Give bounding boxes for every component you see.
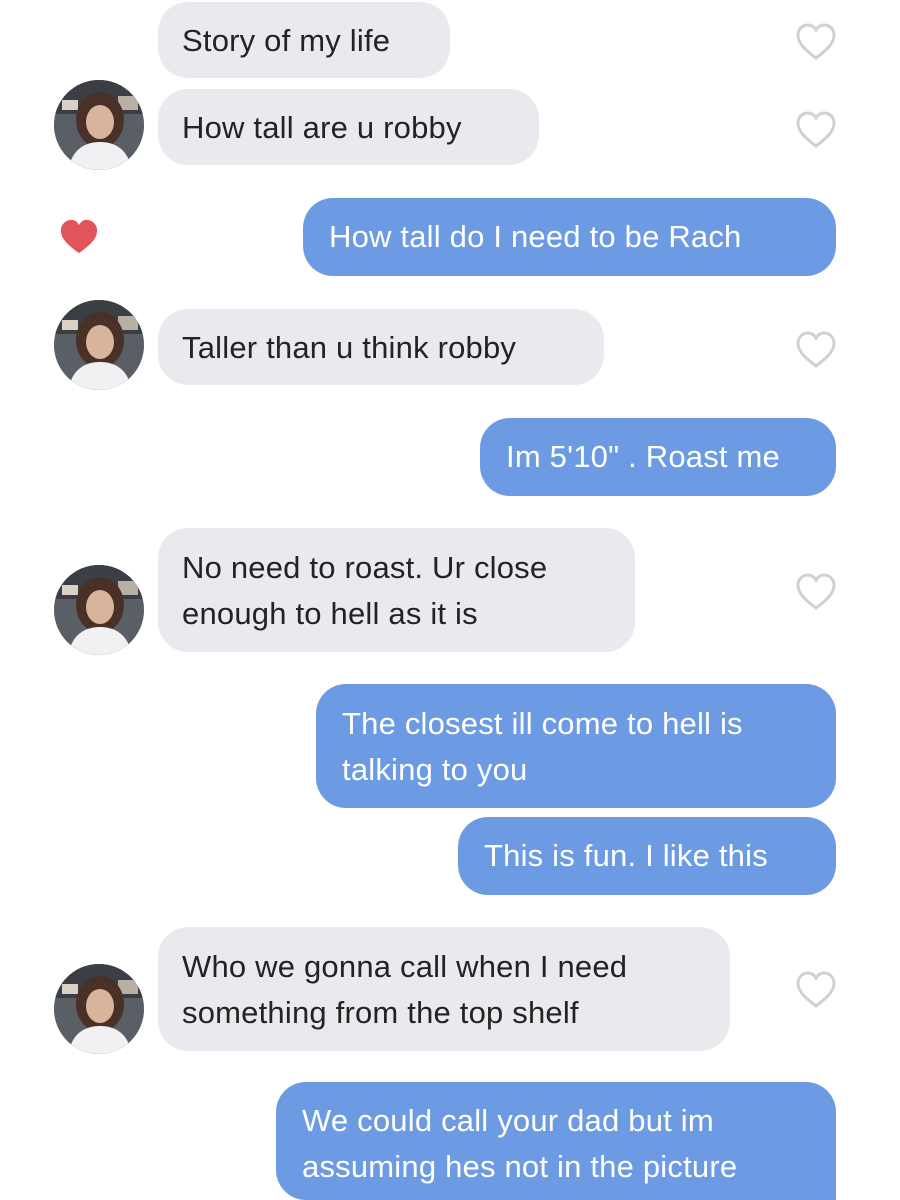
incoming-message[interactable]: Story of my life	[158, 2, 450, 78]
contact-avatar[interactable]	[54, 300, 144, 390]
outgoing-message[interactable]: The closest ill come to hell is talking …	[316, 684, 836, 808]
heart-outline-icon[interactable]	[794, 970, 838, 1010]
outgoing-message[interactable]: We could call your dad but im assuming h…	[276, 1082, 836, 1200]
incoming-message[interactable]: No need to roast. Ur close enough to hel…	[158, 528, 635, 652]
contact-avatar[interactable]	[54, 565, 144, 655]
heart-filled-icon[interactable]	[58, 218, 100, 256]
heart-outline-icon[interactable]	[794, 572, 838, 612]
incoming-message[interactable]: How tall are u robby	[158, 89, 539, 165]
outgoing-message[interactable]: Im 5'10" . Roast me	[480, 418, 836, 496]
chat-thread: Story of my life How tall are u robby Ho…	[0, 0, 900, 1200]
contact-avatar[interactable]	[54, 80, 144, 170]
heart-outline-icon[interactable]	[794, 110, 838, 150]
heart-outline-icon[interactable]	[794, 22, 838, 62]
contact-avatar[interactable]	[54, 964, 144, 1054]
outgoing-message[interactable]: How tall do I need to be Rach	[303, 198, 836, 276]
heart-outline-icon[interactable]	[794, 330, 838, 370]
outgoing-message[interactable]: This is fun. I like this	[458, 817, 836, 895]
incoming-message[interactable]: Who we gonna call when I need something …	[158, 927, 730, 1051]
incoming-message[interactable]: Taller than u think robby	[158, 309, 604, 385]
